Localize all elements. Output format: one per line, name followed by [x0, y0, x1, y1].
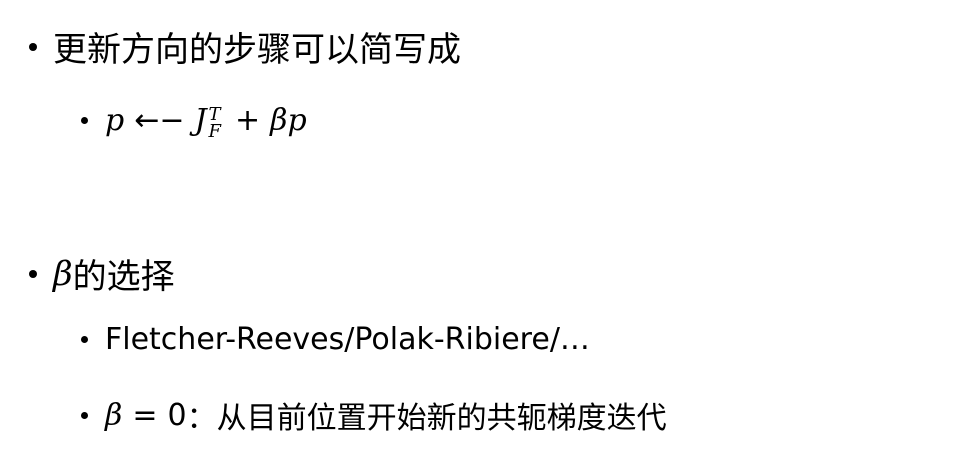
formula-subscript: F: [208, 120, 222, 142]
colon: ：: [186, 401, 217, 436]
beta-symbol: β: [105, 397, 123, 433]
formula-superscript: T: [208, 103, 221, 125]
bullet-dot: [29, 42, 37, 51]
bullet-text: 的选择: [72, 257, 175, 297]
bullet-text: Fletcher-Reeves/Polak-Ribiere/…: [105, 322, 590, 357]
formula-plus: +: [235, 103, 261, 138]
formula-p: p: [105, 103, 125, 138]
formula-j: J: [194, 103, 207, 138]
equals-sign: =: [132, 397, 158, 433]
zero-value: 0: [167, 397, 187, 433]
formula-j-scripts: T F: [208, 103, 222, 142]
bullet-update-direction: 更新方向的步骤可以简写成: [29, 22, 461, 71]
bullet-dot: [29, 269, 37, 278]
beta-symbol: β: [53, 253, 73, 294]
bullet-update-formula: p ←− J T F + β p: [81, 103, 307, 142]
bullet-dot: [81, 411, 88, 419]
bullet-beta-methods: Fletcher-Reeves/Polak-Ribiere/…: [81, 322, 590, 357]
formula-arrow: ←−: [134, 103, 185, 138]
formula-p: p: [287, 103, 307, 138]
bullet-beta-choice: β 的选择: [29, 249, 175, 298]
bullet-text: 从目前位置开始新的共轭梯度迭代: [216, 401, 667, 436]
bullet-dot: [81, 117, 88, 124]
bullet-beta-zero: β = 0 ： 从目前位置开始新的共轭梯度迭代: [81, 393, 667, 437]
bullet-text: 更新方向的步骤可以简写成: [53, 30, 461, 70]
formula-beta: β: [270, 103, 288, 138]
bullet-dot: [81, 336, 88, 343]
